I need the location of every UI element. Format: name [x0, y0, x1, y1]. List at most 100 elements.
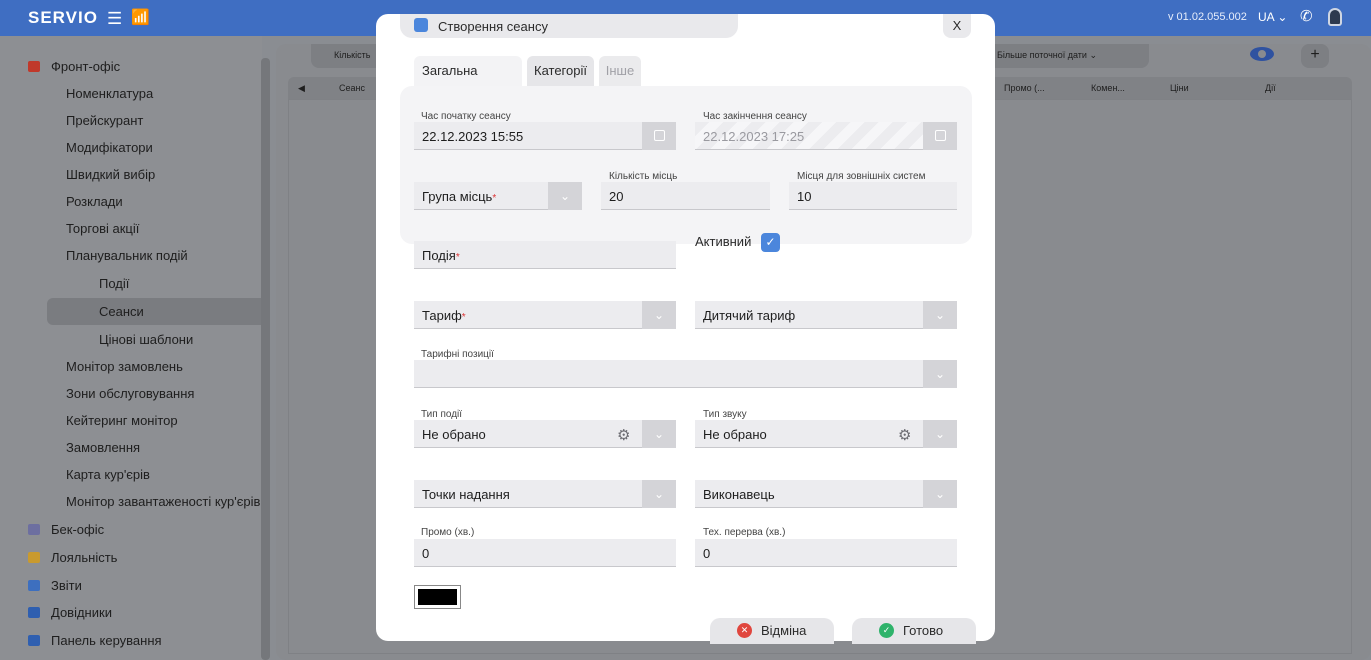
sidebar-item-promotions[interactable]: Торгові акції: [0, 215, 139, 242]
start-time-field[interactable]: 22.12.2023 15:55: [414, 122, 676, 150]
eye-icon[interactable]: [1250, 47, 1274, 61]
sidebar-item-service-zones[interactable]: Зони обслуговування: [0, 380, 194, 407]
sidebar-item-orders[interactable]: Замовлення: [0, 434, 140, 461]
sidebar-scrollbar[interactable]: [261, 58, 270, 660]
tech-break-input[interactable]: 0: [695, 539, 957, 567]
calendar-button[interactable]: [642, 122, 676, 150]
column-promo[interactable]: Промо (...: [1004, 83, 1045, 93]
event-type-select[interactable]: Не обрано ⚙ ⌄: [414, 420, 676, 448]
sidebar-item-quick-select[interactable]: Швидкий вибір: [0, 161, 155, 188]
seat-group-select[interactable]: Група місць* ⌄: [414, 182, 582, 210]
sidebar-item-front-office[interactable]: Фронт-офіс: [0, 53, 120, 80]
close-button[interactable]: X: [943, 14, 971, 38]
dropdown-button[interactable]: ⌄: [642, 480, 676, 508]
chart-icon[interactable]: 📶: [131, 8, 150, 26]
copy-icon: [411, 18, 428, 33]
sidebar-item-modifiers[interactable]: Модифікатори: [0, 134, 153, 161]
seat-count-input[interactable]: 20: [601, 182, 770, 210]
tab-general[interactable]: Загальна: [414, 56, 522, 86]
chevron-down-icon: ⌄: [653, 308, 665, 322]
required-mark: *: [461, 312, 466, 323]
performer-select[interactable]: Виконавець ⌄: [695, 480, 957, 508]
event-type-value: Не обрано: [422, 427, 486, 442]
chevron-down-icon: ⌄: [934, 427, 946, 441]
book-icon: [28, 607, 40, 618]
language-selector[interactable]: UA ⌄: [1258, 10, 1287, 24]
seat-count-label: Кількість місць: [609, 171, 678, 182]
tab-other[interactable]: Інше: [599, 56, 641, 86]
menu-icon[interactable]: ☰: [107, 9, 122, 29]
event-placeholder: Подія*: [422, 248, 460, 263]
dropdown-button[interactable]: ⌄: [923, 301, 957, 329]
seat-group-text: Група місць: [422, 189, 493, 204]
start-time-value: 22.12.2023 15:55: [422, 129, 524, 144]
promo-label: Промо (хв.): [421, 527, 475, 538]
dropdown-button[interactable]: ⌄: [642, 301, 676, 329]
sidebar-item-price-list[interactable]: Прейскурант: [0, 107, 143, 134]
active-checkbox[interactable]: ✓: [761, 233, 780, 252]
date-filter[interactable]: Більше поточної дати ⌄: [997, 50, 1097, 61]
check-icon: ✓: [879, 623, 894, 638]
column-actions[interactable]: Дії: [1265, 83, 1276, 93]
sidebar-item-courier-load-monitor[interactable]: Монітор завантаженості кур'єрів: [0, 488, 260, 515]
dropdown-button[interactable]: ⌄: [548, 182, 582, 210]
cancel-icon: ✕: [737, 623, 752, 638]
gear-icon[interactable]: ⚙: [898, 426, 911, 444]
list-icon: [28, 524, 40, 535]
external-seats-input[interactable]: 10: [789, 182, 957, 210]
add-button[interactable]: +: [1301, 44, 1329, 68]
promo-value: 0: [422, 546, 430, 561]
dropdown-button[interactable]: ⌄: [923, 420, 957, 448]
sound-type-select[interactable]: Не обрано ⚙ ⌄: [695, 420, 957, 448]
user-icon[interactable]: [1328, 8, 1342, 26]
sidebar-item-order-monitor[interactable]: Монітор замовлень: [0, 353, 183, 380]
version-label: v 01.02.055.002: [1168, 11, 1247, 23]
sidebar-item-loyalty[interactable]: Лояльність: [0, 544, 117, 571]
general-panel: [400, 86, 972, 244]
scroll-left-icon[interactable]: ◀: [298, 83, 305, 94]
child-tariff-select[interactable]: Дитячий тариф ⌄: [695, 301, 957, 329]
servio-logo[interactable]: SERVIO: [28, 8, 98, 28]
sidebar-item-nomenclature[interactable]: Номенклатура: [0, 80, 153, 107]
sidebar-item-reports[interactable]: Звіти: [0, 572, 82, 599]
dropdown-button[interactable]: ⌄: [923, 480, 957, 508]
sidebar-item-label: Звіти: [51, 578, 82, 593]
event-select[interactable]: Подія*: [414, 241, 676, 269]
tech-break-value: 0: [703, 546, 711, 561]
sidebar-item-event-planner[interactable]: Планувальник подій: [0, 242, 188, 269]
report-icon: [28, 580, 40, 591]
cancel-label: Відміна: [761, 623, 807, 638]
color-picker[interactable]: [414, 585, 461, 609]
tariff-positions-select[interactable]: ⌄: [414, 360, 957, 388]
sidebar-item-catering-monitor[interactable]: Кейтеринг монітор: [0, 407, 178, 434]
event-type-label: Тип події: [421, 409, 463, 420]
service-points-select[interactable]: Точки надання ⌄: [414, 480, 676, 508]
sidebar-item-events[interactable]: Події: [0, 270, 129, 297]
done-button[interactable]: ✓ Готово: [852, 618, 976, 644]
panel-icon: [28, 635, 40, 646]
phone-icon[interactable]: ✆: [1300, 7, 1313, 25]
sidebar-item-schedules[interactable]: Розклади: [0, 188, 123, 215]
dropdown-button[interactable]: ⌄: [923, 360, 957, 388]
sidebar-item-courier-map[interactable]: Карта кур'єрів: [0, 461, 150, 488]
sidebar-item-directories[interactable]: Довідники: [0, 599, 112, 626]
date-filter-label: Більше поточної дати: [997, 50, 1087, 60]
sidebar-item-back-office[interactable]: Бек-офіс: [0, 516, 104, 543]
tariff-text: Тариф: [422, 308, 462, 323]
sidebar-item-control-panel[interactable]: Панель керування: [0, 627, 162, 654]
tab-categories[interactable]: Категорії: [527, 56, 594, 86]
end-time-value: 22.12.2023 17:25: [703, 129, 805, 144]
chevron-down-icon: ⌄: [653, 427, 665, 441]
column-comment[interactable]: Комен...: [1091, 83, 1125, 93]
sound-type-value: Не обрано: [703, 427, 767, 442]
service-points-placeholder: Точки надання: [422, 487, 510, 502]
cancel-button[interactable]: ✕ Відміна: [710, 618, 834, 644]
sidebar-item-price-templates[interactable]: Цінові шаблони: [0, 326, 193, 353]
sidebar-item-sessions[interactable]: Сеанси: [47, 298, 262, 325]
gear-icon[interactable]: ⚙: [617, 426, 630, 444]
promo-input[interactable]: 0: [414, 539, 676, 567]
tariff-select[interactable]: Тариф* ⌄: [414, 301, 676, 329]
column-session[interactable]: Сеанс: [339, 83, 365, 93]
dropdown-button[interactable]: ⌄: [642, 420, 676, 448]
column-prices[interactable]: Ціни: [1170, 83, 1189, 93]
